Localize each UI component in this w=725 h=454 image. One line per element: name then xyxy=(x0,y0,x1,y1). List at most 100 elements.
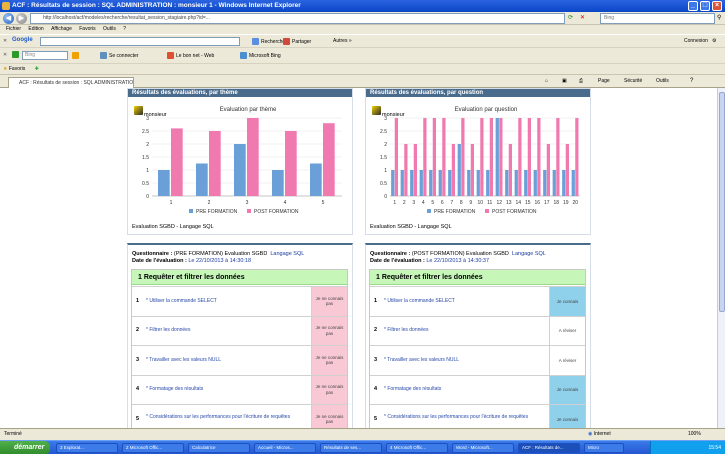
x-tick-label: 9 xyxy=(469,200,472,206)
answer-cell: Je connais xyxy=(549,405,585,428)
bing-logo-icon xyxy=(12,51,21,58)
x-tick-label: 1 xyxy=(170,200,173,206)
close-toolbar2-icon[interactable]: ✕ xyxy=(3,52,7,58)
x-tick-label: 3 xyxy=(246,200,249,206)
y-tick-label: 0.5 xyxy=(142,181,149,187)
bar xyxy=(451,144,455,196)
bar xyxy=(429,170,433,196)
bar xyxy=(505,170,509,196)
x-tick-label: 3 xyxy=(412,200,415,206)
signin-link[interactable]: Connexion xyxy=(684,38,708,44)
question-number: 3 xyxy=(136,356,140,363)
bar xyxy=(499,118,503,196)
maximize-button[interactable]: □ xyxy=(700,1,710,11)
stop-icon[interactable]: ✕ xyxy=(580,14,585,21)
scrollbar-thumb[interactable] xyxy=(719,92,725,312)
x-tick-label: 18 xyxy=(553,200,559,206)
x-tick-label: 8 xyxy=(460,200,463,206)
help-icon[interactable]: ? xyxy=(690,78,693,84)
bing-go-icon[interactable] xyxy=(72,52,81,59)
menu-edit[interactable]: Edition xyxy=(28,26,43,32)
taskbar-item[interactable]: Micro xyxy=(584,443,624,453)
favorites-button[interactable]: Favoris xyxy=(9,66,25,72)
clock: 15:54 xyxy=(708,445,721,451)
menu-favorites[interactable]: Favoris xyxy=(79,26,95,32)
ie-icon xyxy=(2,2,10,10)
x-tick-label: 16 xyxy=(534,200,540,206)
share-button[interactable]: Partager xyxy=(283,38,311,45)
taskbar-item[interactable]: ACF : Résultats de... xyxy=(518,443,580,453)
tools-menu[interactable]: Outils xyxy=(656,78,669,84)
security-menu[interactable]: Sécurité xyxy=(624,78,642,84)
answer-cell: Je connais xyxy=(549,287,585,316)
menu-bar: Fichier Edition Affichage Favoris Outils… xyxy=(0,25,725,34)
vertical-scrollbar[interactable] xyxy=(717,88,725,428)
url-input[interactable]: http://localhost/acf/modeles/recherche/r… xyxy=(30,13,565,24)
taskbar-item[interactable]: Résultats de ses... xyxy=(320,443,382,453)
y-tick-label: 0 xyxy=(384,194,387,200)
taskbar-item[interactable]: Accueil - Micros... xyxy=(254,443,316,453)
question-label: * Utiliser la commande SELECT xyxy=(146,297,217,304)
y-tick-label: 0 xyxy=(146,194,149,200)
wrench-icon[interactable]: ⚙ xyxy=(712,38,716,44)
question-label: * Considérations sur les performances po… xyxy=(146,413,291,420)
bar xyxy=(524,170,528,196)
bar xyxy=(546,144,550,196)
x-tick-label: 7 xyxy=(450,200,453,206)
menu-help[interactable]: ? xyxy=(123,26,126,32)
menu-tools[interactable]: Outils xyxy=(103,26,116,32)
connect-button[interactable]: Se connecter xyxy=(100,52,138,59)
question-label: * Travailler avec les valeurs NULL xyxy=(146,356,222,363)
search-input[interactable]: Bing xyxy=(600,13,715,24)
taskbar-item[interactable]: Calculatrice xyxy=(188,443,250,453)
print-icon[interactable]: ⎙ xyxy=(579,78,583,84)
google-logo: Google xyxy=(12,37,33,43)
menu-view[interactable]: Affichage xyxy=(51,26,72,32)
page-menu[interactable]: Page xyxy=(598,78,610,84)
question-number: 2 xyxy=(374,327,378,334)
forward-icon[interactable]: ▶ xyxy=(16,13,27,24)
lebonnet-button[interactable]: Le bon net - Web xyxy=(167,52,214,59)
answer-cell: Je connais xyxy=(549,375,585,404)
bar xyxy=(575,118,579,196)
start-button[interactable]: démarrer xyxy=(0,441,50,454)
more-button[interactable]: Autres » xyxy=(333,38,352,44)
bar xyxy=(480,118,484,196)
y-tick-label: 1.5 xyxy=(142,155,149,161)
x-tick-label: 4 xyxy=(422,200,425,206)
menu-file[interactable]: Fichier xyxy=(6,26,21,32)
x-tick-label: 1 xyxy=(393,200,396,206)
microsoft-bing-button[interactable]: Microsoft Bing xyxy=(240,52,281,59)
y-tick-label: 2 xyxy=(384,142,387,148)
bar xyxy=(410,170,414,196)
question-number: 4 xyxy=(136,386,140,393)
legend-swatch xyxy=(427,209,431,213)
table-row: 5 * Considérations sur les performances p… xyxy=(370,404,585,428)
minimize-button[interactable]: _ xyxy=(688,1,698,11)
bing-search-input[interactable]: Bing xyxy=(22,51,68,60)
taskbar-item[interactable]: 4 Microsoft Offic... xyxy=(386,443,448,453)
close-button[interactable]: × xyxy=(712,1,722,11)
google-search-button[interactable]: Rechercher xyxy=(252,38,287,45)
feeds-icon[interactable]: ▣ xyxy=(562,78,567,84)
answer-cell: Je ne connais pas xyxy=(311,405,347,428)
question-label: * Utiliser la commande SELECT xyxy=(384,297,455,304)
legend-label: POST FORMATION xyxy=(254,209,299,215)
back-icon[interactable]: ◀ xyxy=(3,13,14,24)
taskbar-item[interactable]: 3 Explorat... xyxy=(56,443,118,453)
bar xyxy=(537,118,541,196)
google-search-input[interactable] xyxy=(40,37,240,46)
refresh-icon[interactable]: ⟳ xyxy=(568,14,573,21)
add-favorite-icon[interactable]: ✚ xyxy=(35,66,39,72)
taskbar-item[interactable]: 2 Microsoft Offic... xyxy=(122,443,184,453)
status-text: Terminé xyxy=(4,431,22,437)
x-tick-label: 20 xyxy=(572,200,578,206)
home-icon[interactable]: ⌂ xyxy=(545,78,548,84)
question-number: 3 xyxy=(374,356,378,363)
zoom-level[interactable]: 100% xyxy=(688,429,701,440)
search-go-icon[interactable]: ⚲ xyxy=(717,14,721,21)
question-number: 5 xyxy=(374,415,378,422)
close-toolbar-icon[interactable]: ✕ xyxy=(3,38,7,44)
taskbar-item[interactable]: Word - Microsoft... xyxy=(452,443,514,453)
taskbar: démarrer 3 Explorat... 2 Microsoft Offic.… xyxy=(0,440,725,454)
